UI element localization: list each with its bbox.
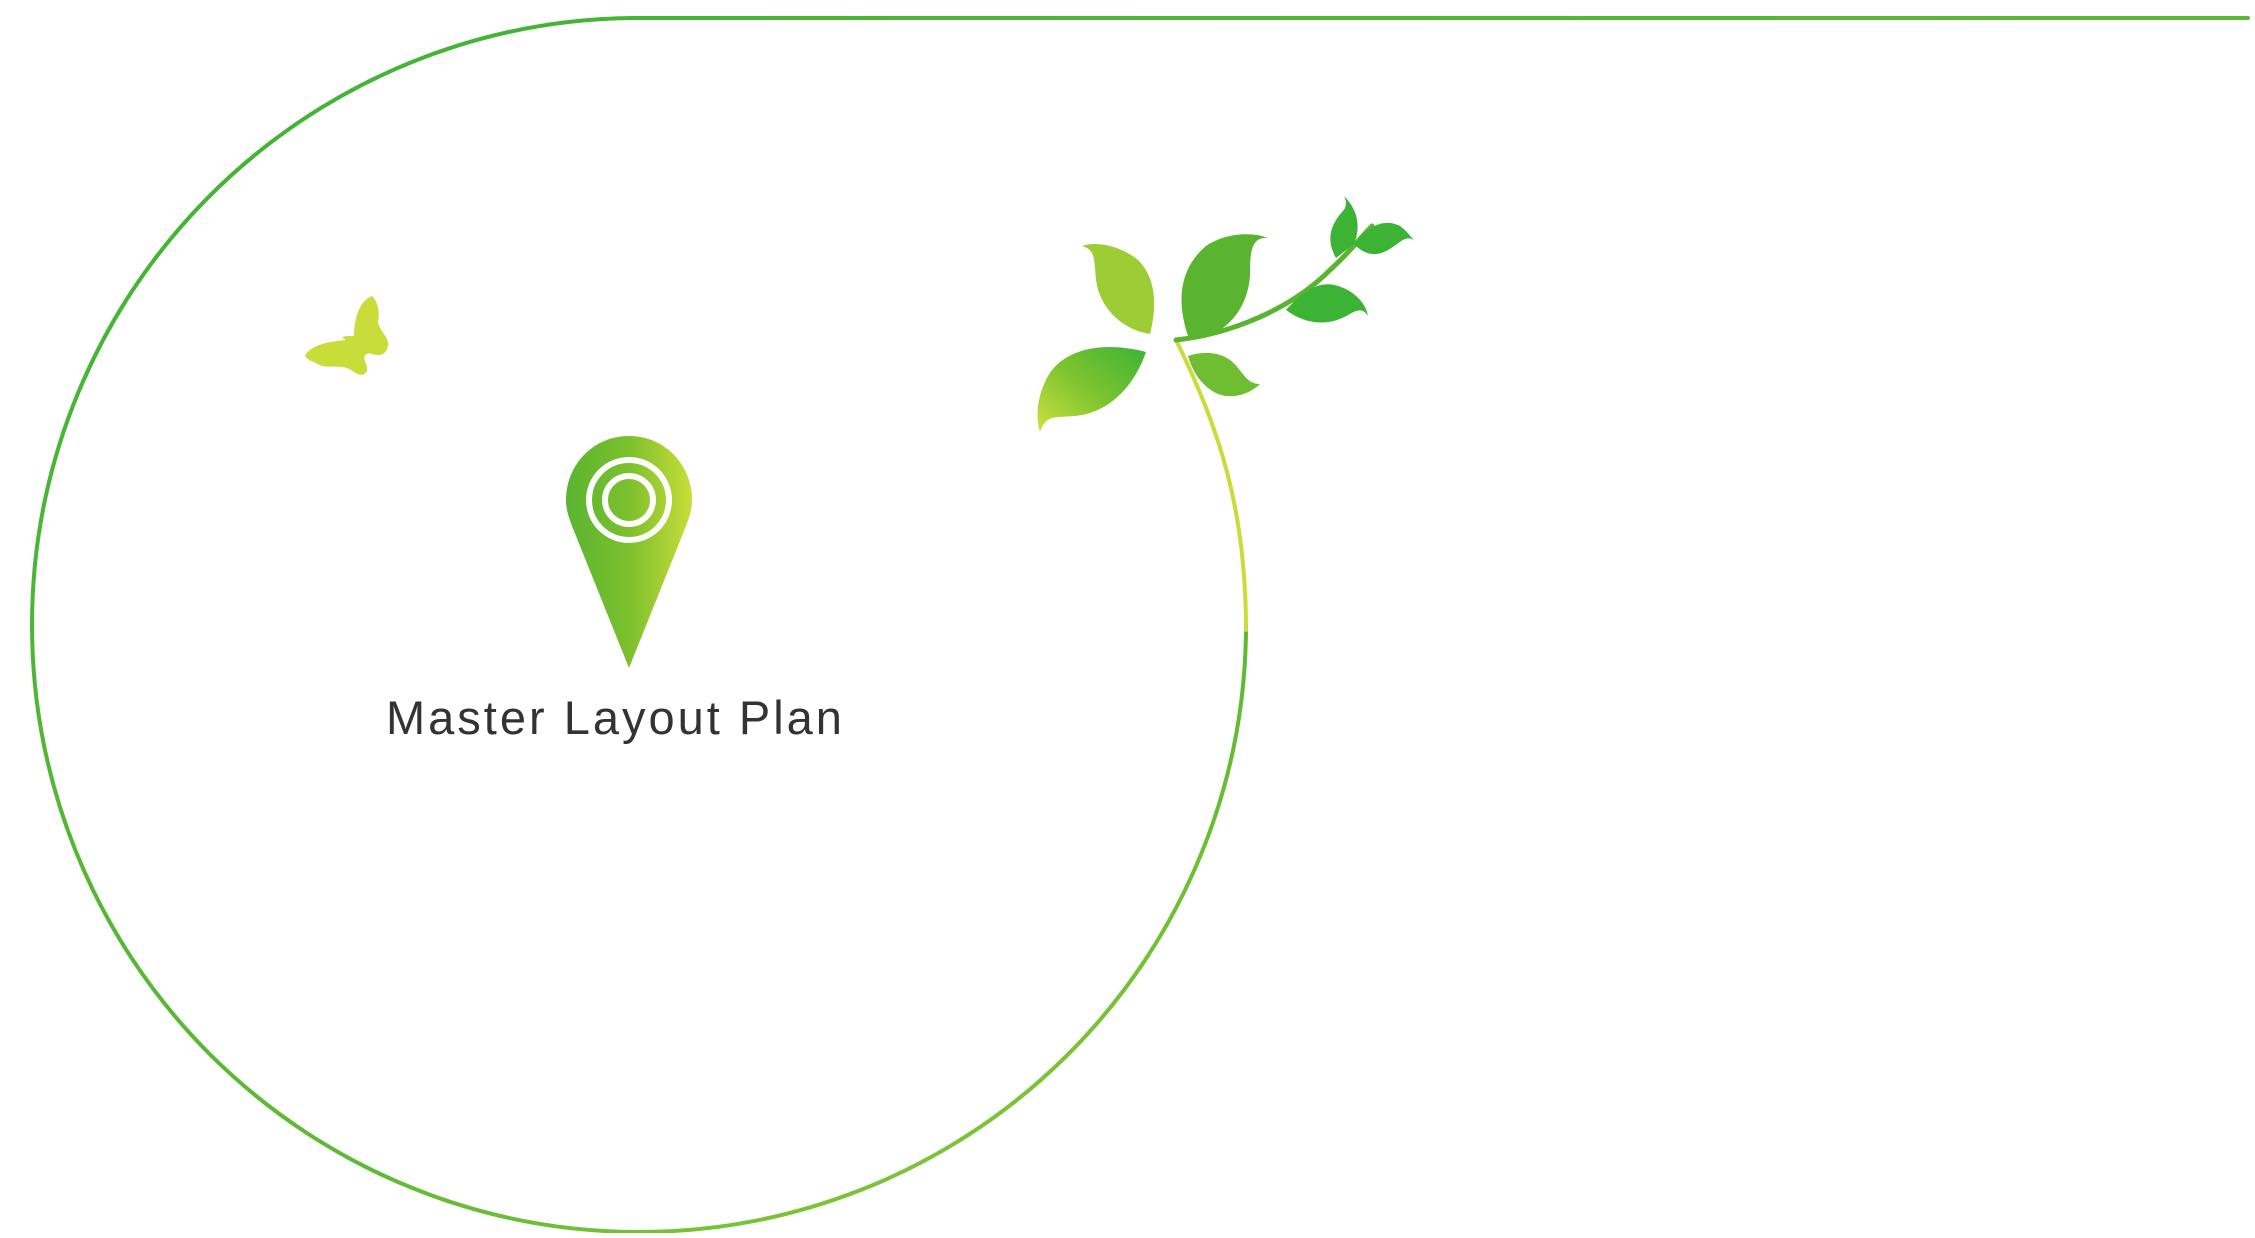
butterfly-icon — [305, 296, 389, 375]
master-layout-plan-slide: Master Layout Plan — [0, 0, 2255, 1234]
page-title: Master Layout Plan — [386, 691, 845, 744]
leafy-branch-icon — [1037, 196, 1414, 432]
frame-arc — [30, 16, 2250, 1234]
decorative-frame — [30, 15, 2251, 1234]
location-pin-icon — [566, 436, 692, 668]
